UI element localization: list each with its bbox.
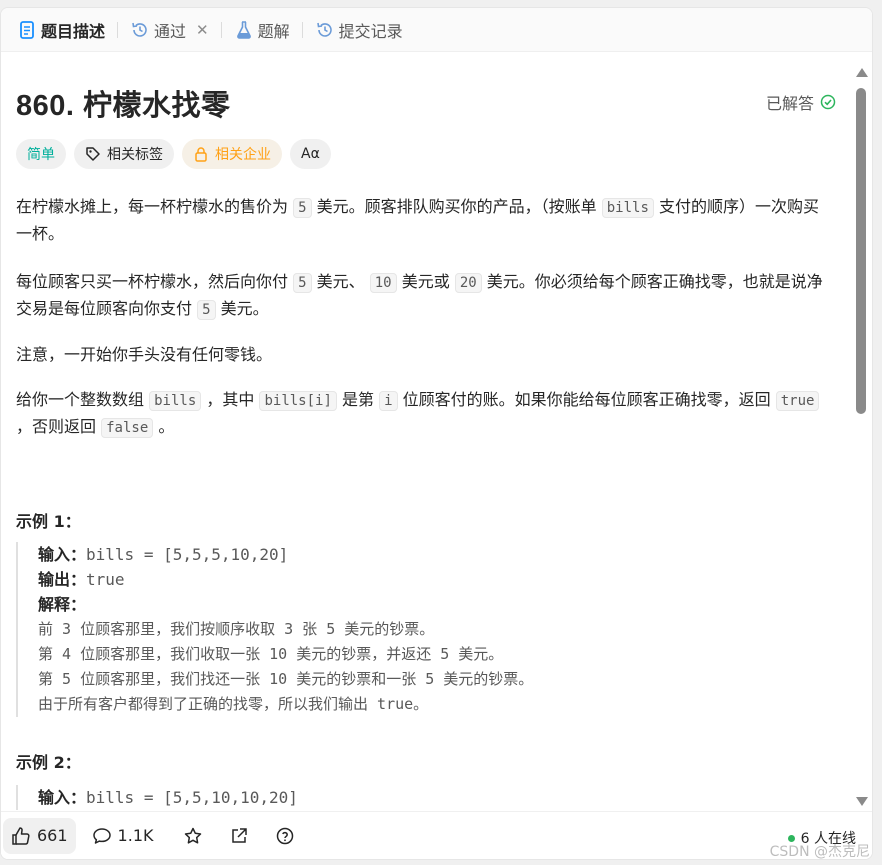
text: 美元或	[401, 272, 450, 291]
scrollbar[interactable]	[850, 60, 872, 810]
problem-panel: 题目描述 通过 ✕ 题解 提交记录 860. 柠檬水找零 已解答 简单 相关标签…	[0, 7, 873, 860]
tab-description[interactable]: 题目描述	[11, 8, 111, 52]
related-companies-button[interactable]: 相关企业	[182, 139, 282, 169]
tab-divider	[220, 21, 222, 38]
check-circle-icon	[820, 94, 836, 110]
history-icon	[130, 20, 150, 40]
text: 美元、	[316, 272, 365, 291]
solved-label: 已解答	[765, 94, 814, 113]
example-output: true	[86, 570, 125, 589]
explain-label: 解释：	[38, 595, 87, 614]
input-label: 输入：	[38, 788, 87, 807]
description-paragraph: 每位顾客只买一杯柠檬水，然后向你付 5 美元、 10 美元或 20 美元。你必须…	[16, 269, 831, 323]
output-label: 输出：	[38, 570, 87, 589]
text: 美元。	[220, 299, 269, 318]
inline-code: i	[379, 391, 398, 411]
example-input-line: 输入：bills = [5,5,10,10,20]	[38, 785, 836, 810]
tab-accepted-label: 通过	[154, 21, 187, 41]
example-input-line: 输入：bills = [5,5,5,10,20]	[38, 542, 836, 567]
history-icon	[315, 20, 335, 40]
inline-code: bills	[601, 198, 654, 218]
related-tags-label: 相关标签	[107, 147, 163, 163]
problem-content: 860. 柠檬水找零 已解答 简单 相关标签 相关企业 Aα 在柠檬水摊上，每一…	[1, 52, 851, 812]
text: 是第	[342, 390, 375, 409]
tab-submissions[interactable]: 提交记录	[309, 8, 409, 52]
example-input: bills = [5,5,10,10,20]	[86, 788, 298, 807]
tag-row: 简单 相关标签 相关企业 Aα	[16, 139, 331, 169]
tab-description-label: 题目描述	[41, 21, 106, 41]
share-button[interactable]	[221, 818, 263, 854]
tab-divider	[117, 21, 119, 38]
scroll-thumb[interactable]	[856, 88, 866, 414]
help-button[interactable]	[267, 818, 309, 854]
solved-status: 已解答	[766, 90, 836, 114]
close-icon[interactable]: ✕	[196, 21, 209, 39]
inline-code: false	[101, 418, 154, 438]
comments-button[interactable]: 1.1K	[84, 818, 162, 854]
text: 给你一个整数数组	[16, 390, 145, 409]
description-paragraph: 注意，一开始你手头没有任何零钱。	[16, 345, 273, 364]
inline-code: 5	[197, 300, 216, 320]
favorite-button[interactable]	[175, 818, 217, 854]
tab-divider	[301, 21, 303, 38]
example-title: 示例 1：	[16, 512, 81, 531]
tab-submissions-label: 提交记录	[338, 21, 403, 41]
difficulty-badge[interactable]: 简单	[16, 139, 66, 169]
watermark: CSDN @杰克尼	[769, 844, 870, 860]
tab-solutions-label: 题解	[257, 21, 290, 41]
problem-title: 860. 柠檬水找零	[16, 90, 231, 122]
description-paragraph: 在柠檬水摊上，每一杯柠檬水的售价为 5 美元。顾客排队购买你的产品，（按账单 b…	[16, 194, 831, 247]
description-paragraph: 给你一个整数数组 bills ，其中 bills[i] 是第 i 位顾客付的账。…	[16, 387, 831, 441]
scroll-up-arrow[interactable]	[856, 68, 868, 77]
tab-accepted[interactable]: 通过 ✕	[124, 8, 215, 52]
tag-icon	[85, 146, 101, 162]
example-input: bills = [5,5,5,10,20]	[86, 545, 289, 564]
text: 每位顾客只买一杯柠檬水，然后向你付	[16, 272, 289, 291]
title-row: 860. 柠檬水找零 已解答	[16, 82, 836, 122]
share-icon	[229, 826, 249, 846]
inline-code: 20	[454, 273, 482, 293]
star-icon	[183, 826, 203, 846]
font-size-toggle[interactable]: Aα	[290, 139, 331, 169]
related-companies-label: 相关企业	[215, 147, 271, 163]
tab-solutions[interactable]: 题解	[228, 8, 296, 52]
text: 在柠檬水摊上，每一杯柠檬水的售价为	[16, 197, 289, 216]
scroll-down-arrow[interactable]	[856, 797, 868, 806]
explain-text: 前 3 位顾客那里，我们按顺序收取 3 张 5 美元的钞票。	[38, 620, 435, 638]
inline-code: bills	[149, 391, 202, 411]
example-block: 输入：bills = [5,5,5,10,20] 输出：true 解释： 前 3…	[16, 542, 836, 717]
explain-text: 第 4 位顾客那里，我们收取一张 10 美元的钞票，并返还 5 美元。	[38, 645, 504, 663]
text: 位顾客付的账。如果你能给每位顾客正确找零，返回	[402, 390, 771, 409]
input-label: 输入：	[38, 545, 87, 564]
related-tags-button[interactable]: 相关标签	[74, 139, 174, 169]
example-explain-line: 解释：	[38, 592, 836, 617]
example-output-line: 输出：true	[38, 567, 836, 592]
text: ，其中	[206, 390, 255, 409]
lock-icon	[193, 146, 209, 162]
flask-icon	[234, 20, 254, 40]
bottom-bar: 661 1.1K 6 人在线	[1, 811, 872, 859]
like-count: 661	[37, 826, 68, 845]
description-icon	[17, 20, 37, 40]
inline-code: true	[775, 391, 820, 411]
like-button[interactable]: 661	[3, 817, 76, 854]
thumbs-up-icon	[11, 826, 31, 846]
text: ，否则返回	[16, 417, 97, 436]
explain-text: 由于所有客户都得到了正确的找零，所以我们输出 true。	[38, 695, 429, 713]
inline-code: bills[i]	[259, 391, 337, 411]
text: 美元。顾客排队购买你的产品，（按账单	[316, 197, 597, 216]
inline-code: 10	[369, 273, 397, 293]
example-block: 输入：bills = [5,5,10,10,20]	[16, 785, 836, 810]
example-title: 示例 2：	[16, 753, 81, 772]
comment-icon	[92, 826, 112, 846]
question-circle-icon	[275, 826, 295, 846]
text: 。	[158, 417, 175, 436]
inline-code: 5	[293, 198, 312, 218]
explain-text: 第 5 位顾客那里，我们找还一张 10 美元的钞票和一张 5 美元的钞票。	[38, 670, 534, 688]
comment-count: 1.1K	[117, 826, 154, 845]
inline-code: 5	[293, 273, 312, 293]
tab-bar: 题目描述 通过 ✕ 题解 提交记录	[1, 8, 872, 52]
